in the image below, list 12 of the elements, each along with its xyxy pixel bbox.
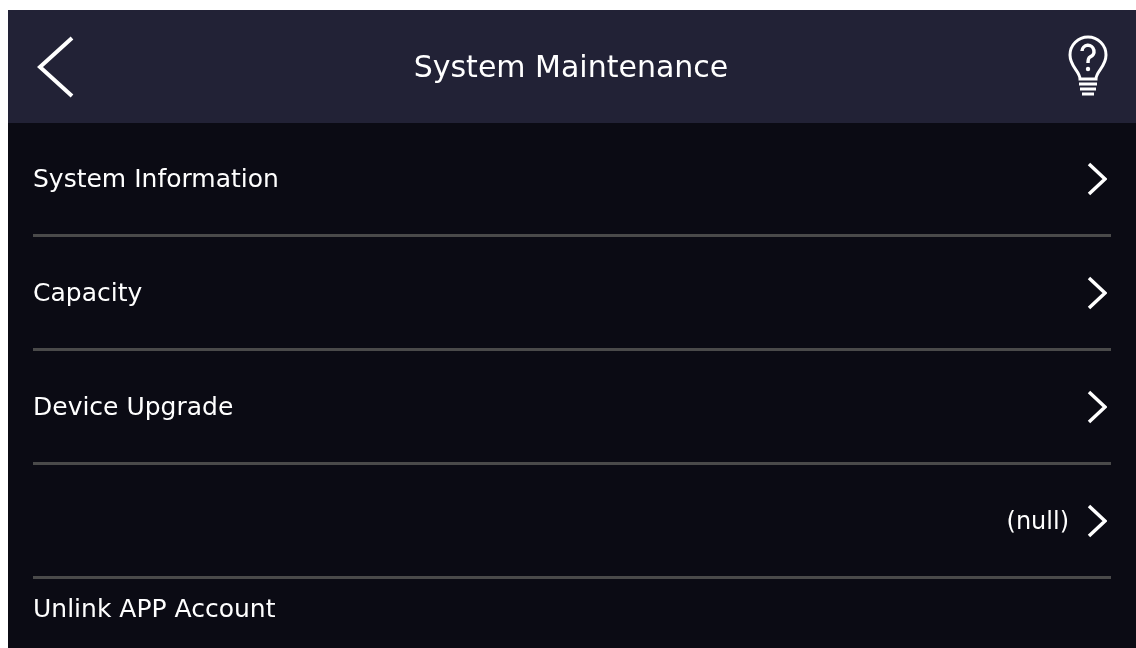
row-label: Unlink APP Account	[33, 592, 276, 625]
help-icon[interactable]	[1066, 34, 1110, 99]
screen-title: System Maintenance	[413, 48, 729, 86]
menu-row[interactable]: Device Upgrade	[33, 351, 1111, 465]
menu-row[interactable]: (null)	[33, 465, 1111, 579]
menu-row[interactable]: System Information	[33, 123, 1111, 237]
menu-row[interactable]: Unlink APP Account	[33, 579, 1111, 631]
row-value: (null)	[1006, 505, 1069, 537]
menu-row[interactable]: Capacity	[33, 237, 1111, 351]
row-label: System Information	[33, 162, 279, 195]
row-label: Device Upgrade	[33, 390, 234, 423]
row-label: Capacity	[33, 276, 143, 309]
